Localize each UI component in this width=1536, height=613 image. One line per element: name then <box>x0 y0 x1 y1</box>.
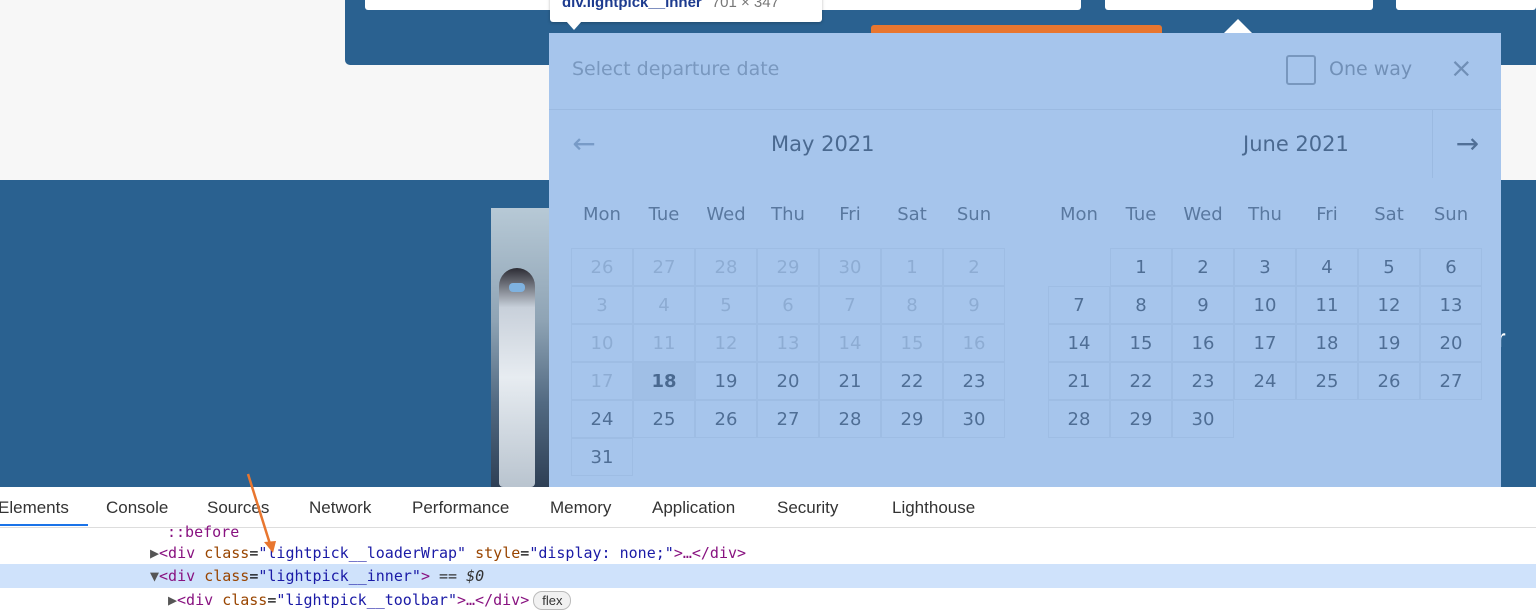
annotation-arrow <box>246 473 276 553</box>
